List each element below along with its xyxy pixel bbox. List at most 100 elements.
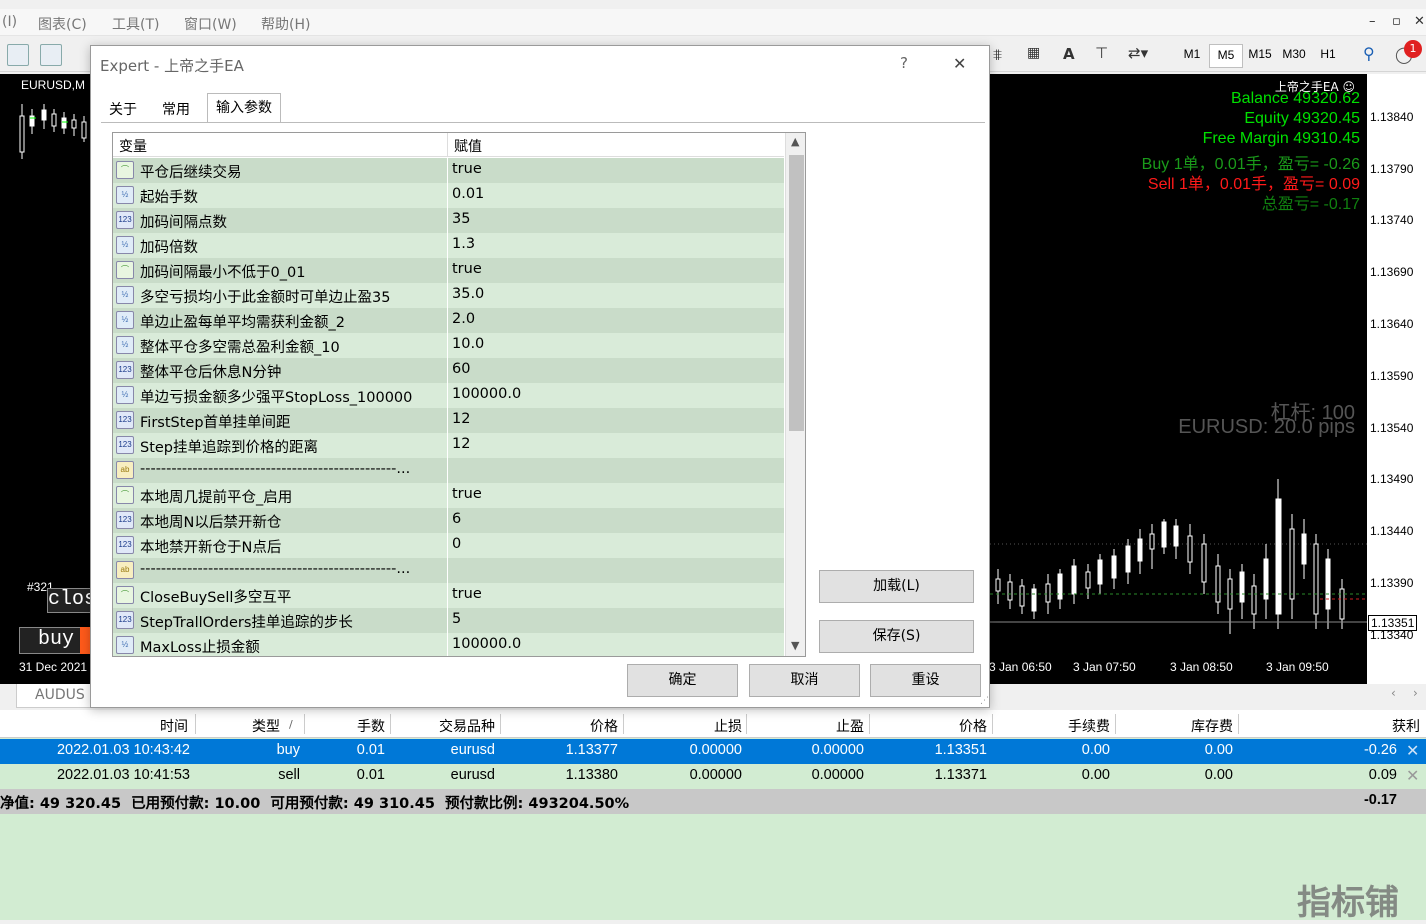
resize-grip-icon[interactable]: ⋰	[980, 696, 989, 706]
tab-inputs[interactable]: 输入参数	[207, 93, 281, 123]
restore-icon[interactable]: ▫	[1392, 14, 1401, 29]
param-row[interactable]: ⌒ 本地周几提前平仓_启用 true	[113, 483, 784, 508]
param-value[interactable]: true	[452, 486, 482, 502]
param-value[interactable]: 60	[452, 361, 470, 377]
param-row[interactable]: ⌒ 加码间隔最小不低于0_01 true	[113, 258, 784, 283]
save-button[interactable]: 保存(S)	[819, 620, 974, 653]
menu-item-window[interactable]: 窗口(W)	[184, 14, 237, 34]
param-value[interactable]: 2.0	[452, 311, 475, 327]
trade-row[interactable]: 2022.01.03 10:43:42 buy 0.01 eurusd 1.13…	[0, 739, 1426, 764]
param-row[interactable]: 123 FirstStep首单挂单间距 12	[113, 408, 784, 433]
param-row[interactable]: ½ 加码倍数 1.3	[113, 233, 784, 258]
ok-button[interactable]: 确定	[627, 664, 738, 697]
search-icon[interactable]: ⚲	[1363, 44, 1375, 63]
param-value[interactable]: 6	[452, 511, 461, 527]
timeframe-m5[interactable]: M5	[1209, 44, 1243, 68]
col-time[interactable]: 时间	[130, 716, 188, 736]
col-sl[interactable]: 止损	[660, 716, 742, 736]
param-row[interactable]: 123 加码间隔点数 35	[113, 208, 784, 233]
timeframe-h1[interactable]: H1	[1311, 44, 1345, 68]
chart-window-icon[interactable]	[7, 44, 29, 66]
chart-area[interactable]: 上帝之手EA ☺ Balance 49320.62 Equity 49320.4…	[989, 74, 1367, 673]
param-row[interactable]: 123 StepTrallOrders挂单追踪的步长 5	[113, 608, 784, 633]
load-button[interactable]: 加载(L)	[819, 570, 974, 603]
price-tick: 1.13340	[1370, 628, 1414, 642]
col-price[interactable]: 价格	[540, 716, 618, 736]
param-row[interactable]: ⌒ 平仓后继续交易 true	[113, 158, 784, 183]
param-value[interactable]: 35.0	[452, 286, 484, 302]
dialog-close-icon[interactable]: ✕	[953, 54, 966, 73]
close-trade-icon[interactable]: ✕	[1406, 766, 1419, 785]
buy-button[interactable]: buy	[19, 627, 81, 654]
param-row[interactable]: 123 整体平仓后休息N分钟 60	[113, 358, 784, 383]
param-value[interactable]: 100000.0	[452, 386, 521, 402]
timeframe-m15[interactable]: M15	[1243, 44, 1277, 68]
col-volume[interactable]: 手数	[330, 716, 385, 736]
param-value[interactable]: 35	[452, 211, 470, 227]
col-value[interactable]: 赋值	[454, 136, 482, 156]
param-value[interactable]: true	[452, 161, 482, 177]
text-tool-icon[interactable]: A	[1063, 45, 1075, 63]
fibo-icon[interactable]: ⩨	[993, 45, 1002, 65]
param-row[interactable]: ab --------------------------------------…	[113, 558, 784, 583]
col-profit[interactable]: 获利	[1340, 716, 1420, 736]
close-order-button[interactable]: close	[47, 588, 92, 613]
param-row[interactable]: ½ 单边亏损金额多少强平StopLoss_100000 100000.0	[113, 383, 784, 408]
param-row[interactable]: ½ 整体平仓多空需总盈利金额_10 10.0	[113, 333, 784, 358]
param-value[interactable]: 5	[452, 611, 461, 627]
timeframe-m30[interactable]: M30	[1277, 44, 1311, 68]
chart-tab-audusd[interactable]: AUDUS	[16, 684, 92, 708]
menu-item-help[interactable]: 帮助(H)	[261, 14, 310, 34]
param-row[interactable]: ½ 单边止盈每单平均需获利金额_2 2.0	[113, 308, 784, 333]
param-value[interactable]: 0	[452, 536, 461, 552]
tab-common[interactable]: 常用	[154, 96, 198, 123]
close-trade-icon[interactable]: ✕	[1406, 741, 1419, 760]
col-symbol[interactable]: 交易品种	[410, 716, 495, 736]
minimize-icon[interactable]: –	[1369, 14, 1376, 29]
col-swap[interactable]: 库存费	[1150, 716, 1233, 736]
param-value[interactable]: 1.3	[452, 236, 475, 252]
scroll-thumb[interactable]	[789, 155, 804, 431]
col-tp[interactable]: 止盈	[780, 716, 864, 736]
param-row[interactable]: 123 本地周N以后禁开新仓 6	[113, 508, 784, 533]
param-row[interactable]: ab --------------------------------------…	[113, 458, 784, 483]
reset-button[interactable]: 重设	[870, 664, 981, 697]
param-row[interactable]: 123 Step挂单追踪到价格的距离 12	[113, 433, 784, 458]
param-value[interactable]: true	[452, 586, 482, 602]
param-row[interactable]: 123 本地禁开新仓于N点后 0	[113, 533, 784, 558]
label-tool-icon[interactable]: ⊤	[1095, 44, 1108, 62]
param-value[interactable]: 100000.0	[452, 636, 521, 652]
inputs-scrollbar[interactable]: ▲ ▼	[785, 133, 805, 656]
param-row[interactable]: ½ 多空亏损均小于此金额时可单边止盈35 35.0	[113, 283, 784, 308]
col-variable[interactable]: 变量	[119, 136, 147, 156]
zoom-icon[interactable]	[40, 44, 62, 66]
scroll-left-icon[interactable]: ‹	[1391, 686, 1396, 700]
close-icon[interactable]: ✕	[1414, 14, 1425, 29]
param-row[interactable]: ½ 起始手数 0.01	[113, 183, 784, 208]
param-value[interactable]: 12	[452, 411, 470, 427]
param-row[interactable]: ½ MaxLoss止损金额 100000.0	[113, 633, 784, 656]
scroll-right-icon[interactable]: ›	[1413, 686, 1418, 700]
col-type[interactable]: 类型	[220, 716, 280, 736]
help-icon[interactable]: ?	[900, 54, 908, 72]
chart-left-area[interactable]: EURUSD,M #321 close buy 31 Dec 2021	[0, 74, 92, 684]
cancel-button[interactable]: 取消	[749, 664, 860, 697]
col-commission[interactable]: 手续费	[1030, 716, 1110, 736]
double-icon: ½	[116, 186, 134, 204]
param-value[interactable]: 0.01	[452, 186, 484, 202]
menu-item-tools[interactable]: 工具(T)	[112, 14, 159, 34]
scroll-down-icon[interactable]: ▼	[791, 639, 799, 652]
param-row[interactable]: ⌒ CloseBuySell多空互平 true	[113, 583, 784, 608]
menu-item-i[interactable]: (I)	[2, 14, 17, 30]
col-current-price[interactable]: 价格	[900, 716, 987, 736]
param-value[interactable]: 12	[452, 436, 470, 452]
param-value[interactable]: true	[452, 261, 482, 277]
timeframe-m1[interactable]: M1	[1175, 44, 1209, 68]
tab-about[interactable]: 关于	[101, 96, 145, 123]
arrows-tool-icon[interactable]: ⇄▾	[1128, 44, 1148, 62]
param-value[interactable]: 10.0	[452, 336, 484, 352]
menu-item-chart[interactable]: 图表(C)	[38, 14, 87, 34]
grid-icon[interactable]: ▦	[1027, 45, 1040, 61]
scroll-up-icon[interactable]: ▲	[791, 135, 799, 148]
trade-row[interactable]: 2022.01.03 10:41:53 sell 0.01 eurusd 1.1…	[0, 764, 1426, 789]
